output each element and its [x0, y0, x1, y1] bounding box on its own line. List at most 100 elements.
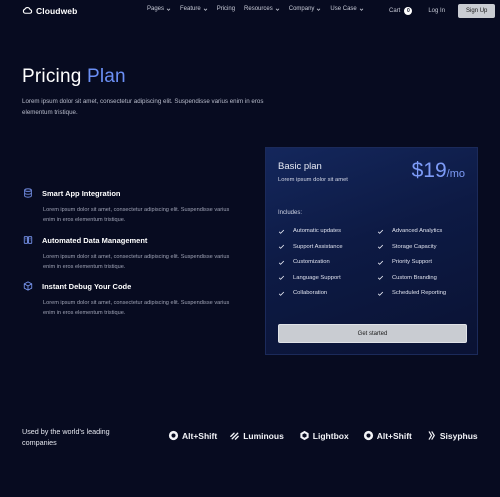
plan-feature-item: Priority Support: [377, 258, 468, 266]
brand-name: Luminous: [243, 430, 284, 441]
brand-name: Cloudweb: [36, 5, 78, 16]
brand-logo-altshift: Alt+Shift: [363, 430, 412, 441]
book-icon: [22, 234, 34, 246]
menu-item-label: Pages: [147, 6, 165, 12]
brand-logo[interactable]: Cloudweb: [22, 5, 77, 16]
pricing-card-basic: Basic plan Lorem ipsum dolor sit amet $1…: [265, 147, 478, 355]
plan-feature-item: Automatic updates: [278, 227, 377, 235]
logos-heading: Used by the world's leading companies: [22, 427, 110, 447]
check-icon: [278, 229, 285, 234]
menu-item-label: Pricing: [216, 6, 236, 12]
plan-feature-label: Customization: [293, 259, 330, 265]
chevron-down-icon: [275, 7, 280, 11]
brand-logo-altshift: Alt+Shift: [168, 430, 217, 441]
chevron-down-icon: [317, 7, 321, 11]
feature-title: Automated Data Management: [42, 235, 148, 245]
page-description: Lorem ipsum dolor sit amet, consectetur …: [22, 98, 264, 116]
check-icon: [278, 275, 285, 280]
feature-title: Smart App Integration: [42, 188, 121, 198]
brand-name: Sisyphus: [439, 430, 478, 441]
login-link[interactable]: Log In: [428, 8, 445, 14]
plan-feature-label: Storage Capacity: [392, 243, 437, 250]
menu-item-label: Company: [288, 6, 315, 12]
cart-label: Cart: [389, 8, 401, 14]
cart-button[interactable]: Cart 0: [389, 7, 413, 15]
lightbox-logo-icon: [300, 430, 309, 441]
altshift-logo-icon: [363, 430, 373, 441]
check-icon: [278, 244, 285, 249]
menu-item-label: Use Case: [330, 6, 357, 12]
check-icon: [377, 260, 384, 265]
menu-item-label: Feature: [180, 6, 201, 12]
feature-smart-app-integration: Smart App Integration Lorem ipsum dolor …: [22, 187, 232, 225]
plan-feature-item: Support Assistance: [278, 243, 377, 251]
plan-feature-label: Collaboration: [293, 290, 328, 296]
feature-automated-data-management: Automated Data Management Lorem ipsum do…: [22, 234, 232, 272]
altshift-logo-icon: [168, 430, 179, 441]
brand-name: Lightbox: [312, 430, 349, 441]
plan-feature-label: Support Assistance: [293, 243, 343, 250]
menu-item-feature[interactable]: Feature: [180, 6, 208, 12]
price-period: /mo: [446, 168, 465, 180]
plan-feature-label: Priority Support: [392, 259, 432, 265]
cloud-icon: [22, 7, 33, 14]
feature-title: Instant Debug Your Code: [42, 281, 132, 291]
brand-logo-luminous: Luminous: [229, 430, 284, 441]
feature-description: Lorem ipsum dolor sit amet, consectetur …: [43, 300, 230, 316]
menu-item-resources[interactable]: Resources: [244, 6, 280, 12]
plan-feature-item: Customization: [278, 258, 377, 266]
check-icon: [377, 229, 384, 234]
plan-feature-item: Scheduled Reporting: [377, 289, 468, 297]
brand-logo-lightbox: Lightbox: [299, 430, 349, 441]
plan-feature-label: Automatic updates: [293, 228, 342, 234]
page-title-accent: Plan: [86, 66, 126, 87]
menu-item-pages[interactable]: Pages: [147, 6, 171, 12]
plan-feature-label: Language Support: [293, 274, 341, 281]
plan-subtitle: Lorem ipsum dolor sit amet: [278, 177, 348, 183]
brand-name: Alt+Shift: [182, 430, 218, 441]
plan-feature-label: Advanced Analytics: [392, 228, 443, 234]
menu-item-company[interactable]: Company: [289, 6, 322, 12]
plan-feature-item: Custom Branding: [377, 274, 468, 282]
check-icon: [278, 260, 285, 265]
account-nav: Cart 0 Log In Sign Up: [389, 4, 496, 18]
includes-label: Includes:: [278, 210, 303, 216]
plan-feature-label: Scheduled Reporting: [392, 290, 447, 296]
luminous-logo-icon: [230, 432, 240, 440]
menu-item-use-case[interactable]: Use Case: [330, 6, 364, 12]
price-amount: $19: [411, 159, 447, 182]
check-icon: [278, 291, 285, 296]
plan-feature-item: Language Support: [278, 274, 377, 282]
plan-price: $19/mo: [412, 159, 465, 183]
plan-feature-label: Custom Branding: [392, 274, 437, 281]
plan-feature-list: Automatic updates Advanced Analytics Sup…: [278, 227, 468, 297]
menu-item-label: Resources: [244, 6, 273, 12]
feature-description: Lorem ipsum dolor sit amet, consectetur …: [43, 254, 230, 270]
plan-name: Basic plan: [278, 161, 322, 172]
feature-description: Lorem ipsum dolor sit amet, consectetur …: [43, 207, 230, 223]
main-menu: Pages Feature Pricing Resources Company …: [147, 6, 364, 12]
check-icon: [377, 291, 384, 296]
plan-feature-item: Advanced Analytics: [377, 227, 468, 235]
brand-logos-row: Alt+Shift Luminous Lightbox Alt+Shift Si…: [168, 430, 478, 441]
plan-feature-item: Collaboration: [278, 289, 377, 297]
top-navbar: Cloudweb Pages Feature Pricing Resources…: [0, 0, 500, 22]
brand-name: Alt+Shift: [376, 430, 412, 441]
sisyphus-logo-icon: [428, 431, 435, 440]
chevron-down-icon: [166, 7, 171, 11]
check-icon: [377, 275, 384, 280]
chevron-down-icon: [359, 7, 364, 11]
database-icon: [22, 187, 34, 199]
check-icon: [377, 244, 384, 249]
cart-count-badge: 0: [404, 7, 413, 15]
cube-icon: [22, 280, 34, 292]
signup-button[interactable]: Sign Up: [458, 4, 496, 18]
brand-logo-sisyphus: Sisyphus: [426, 430, 478, 441]
page-title-main: Pricing: [22, 66, 82, 87]
get-started-button[interactable]: Get started: [278, 324, 467, 343]
feature-instant-debug: Instant Debug Your Code Lorem ipsum dolo…: [22, 280, 232, 318]
menu-item-pricing[interactable]: Pricing: [217, 6, 235, 12]
plan-feature-item: Storage Capacity: [377, 243, 468, 251]
page-title: Pricing Plan: [22, 66, 126, 88]
chevron-down-icon: [203, 7, 207, 11]
